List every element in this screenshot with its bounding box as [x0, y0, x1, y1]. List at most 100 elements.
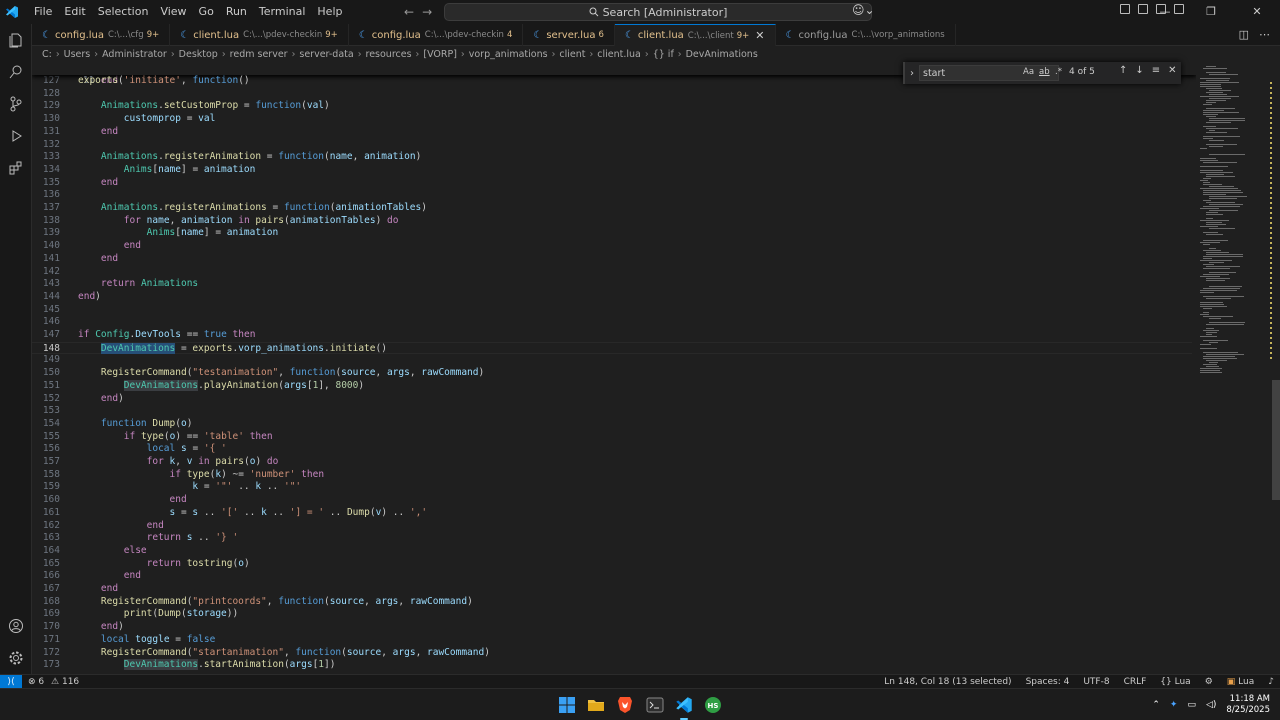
language-status-icon[interactable]: ⚙	[1205, 675, 1213, 689]
terminal-icon[interactable]	[644, 694, 666, 716]
code-line[interactable]: 145	[32, 304, 1192, 317]
code-line[interactable]: 137 Animations.registerAnimations = func…	[32, 202, 1192, 215]
split-editor-icon[interactable]: ◫	[1239, 28, 1249, 41]
breadcrumb-item[interactable]: server-data	[299, 49, 353, 60]
code-editor[interactable]: 11 exports('initiate', function() 127 end…	[32, 62, 1196, 674]
breadcrumb-item[interactable]: Administrator	[102, 49, 167, 60]
code-line[interactable]: 161 s = s .. '[' .. k .. '] = ' .. Dump(…	[32, 507, 1192, 520]
code-line[interactable]: 128	[32, 88, 1192, 101]
find-input[interactable]	[919, 65, 1059, 81]
breadcrumb-item[interactable]: {} if	[653, 49, 674, 60]
menu-terminal[interactable]: Terminal	[253, 0, 312, 24]
clock[interactable]: 11:18 AM 8/25/2025	[1226, 694, 1270, 716]
more-actions-icon[interactable]: ⋯	[1259, 28, 1270, 41]
code-line[interactable]: 139 Anims[name] = animation	[32, 227, 1192, 240]
code-line[interactable]: 155 if type(o) == 'table' then	[32, 431, 1192, 444]
restore-icon[interactable]: ❐	[1188, 0, 1234, 24]
code-line[interactable]: 148 DevAnimations = exports.vorp_animati…	[32, 341, 1192, 355]
close-window-icon[interactable]: ✕	[1234, 0, 1280, 24]
code-line[interactable]: 171 local toggle = false	[32, 634, 1192, 647]
editor-tab[interactable]: ☾ config.lua C:\...\pdev-checkin 4	[349, 24, 524, 46]
code-line[interactable]: 151 DevAnimations.playAnimation(args[1],…	[32, 379, 1192, 393]
breadcrumb-item[interactable]: Users	[64, 49, 91, 60]
editor-tab[interactable]: ☾ client.lua C:\...\pdev-checkin 9+	[170, 24, 349, 46]
tray-overflow-icon[interactable]: ⌃	[1152, 700, 1160, 710]
code-line[interactable]: 130 customprop = val	[32, 113, 1192, 126]
code-line[interactable]: 165 return tostring(o)	[32, 558, 1192, 571]
code-line[interactable]: 136	[32, 189, 1192, 202]
code-line[interactable]: 138 for name, animation in pairs(animati…	[32, 215, 1192, 228]
code-line[interactable]: 164 else	[32, 545, 1192, 558]
menu-selection[interactable]: Selection	[92, 0, 155, 24]
code-line[interactable]: 168 RegisterCommand("printcoords", funct…	[32, 596, 1192, 609]
vertical-scrollbar[interactable]	[1272, 62, 1280, 674]
breadcrumb-item[interactable]: resources	[366, 49, 412, 60]
customize-layout-icon[interactable]	[1120, 4, 1130, 14]
code-line[interactable]: 141 end	[32, 253, 1192, 266]
close-tab-icon[interactable]: ✕	[755, 29, 764, 42]
back-arrow-icon[interactable]: ←	[404, 0, 414, 24]
code-line[interactable]: 163 return s .. '} '	[32, 532, 1192, 545]
code-line[interactable]: 150 RegisterCommand("testanimation", fun…	[32, 367, 1192, 380]
code-line[interactable]: 173 DevAnimations.startAnimation(args[1]…	[32, 659, 1192, 672]
code-line[interactable]: 162 end	[32, 520, 1192, 533]
menu-run[interactable]: Run	[220, 0, 253, 24]
code-line[interactable]: 142	[32, 266, 1192, 279]
code-line[interactable]: 167 end	[32, 583, 1192, 596]
close-find-icon[interactable]: ✕	[1168, 65, 1176, 76]
code-line[interactable]: 153	[32, 405, 1192, 418]
code-line[interactable]: 149	[32, 354, 1192, 367]
editor-tab[interactable]: ☾ server.lua 6	[523, 24, 615, 46]
code-line[interactable]: 133 Animations.registerAnimation = funct…	[32, 151, 1192, 164]
code-line[interactable]: 132	[32, 139, 1192, 152]
breadcrumb-item[interactable]: Desktop	[179, 49, 218, 60]
problems-indicator[interactable]: ⊗ 6 ⚠ 116	[28, 677, 79, 687]
code-line[interactable]: 169 print(Dump(storage))	[32, 608, 1192, 621]
code-line[interactable]: 140 end	[32, 240, 1192, 253]
end-of-line[interactable]: CRLF	[1124, 675, 1147, 689]
notifications-icon[interactable]: ♪	[1268, 675, 1274, 689]
toggle-replace-icon[interactable]: ›	[905, 68, 919, 79]
code-line[interactable]: 147 if Config.DevTools == true then	[32, 329, 1192, 342]
code-line[interactable]: 131 end	[32, 126, 1192, 139]
tray-app-icon[interactable]: ✦	[1170, 700, 1178, 710]
breadcrumb-item[interactable]: client.lua	[597, 49, 641, 60]
minimize-icon[interactable]: —	[1142, 0, 1188, 24]
copilot-icon[interactable]: ☺︎⌄	[852, 3, 875, 17]
menu-help[interactable]: Help	[311, 0, 348, 24]
cursor-position[interactable]: Ln 148, Col 18 (13 selected)	[884, 675, 1011, 689]
code-line[interactable]: 172 RegisterCommand("startanimation", fu…	[32, 647, 1192, 660]
vscode-taskbar-icon[interactable]	[673, 694, 695, 716]
code-line[interactable]: 166 end	[32, 570, 1192, 583]
menu-view[interactable]: View	[154, 0, 192, 24]
breadcrumb-item[interactable]: C:	[42, 49, 52, 60]
windows-start-icon[interactable]	[556, 694, 578, 716]
editor-tab[interactable]: ☾ client.lua C:\...\client 9+ ✕	[614, 24, 776, 46]
language-mode[interactable]: {} Lua	[1160, 675, 1190, 689]
breadcrumb-item[interactable]: DevAnimations	[686, 49, 758, 60]
search-view-icon[interactable]	[0, 56, 32, 88]
settings-gear-icon[interactable]	[0, 642, 32, 674]
match-case-icon[interactable]: Aa	[1023, 67, 1034, 77]
forward-arrow-icon[interactable]: →	[422, 0, 432, 24]
breadcrumb-item[interactable]: redm server	[230, 49, 288, 60]
scrollbar-thumb[interactable]	[1272, 380, 1280, 500]
run-debug-icon[interactable]	[0, 120, 32, 152]
editor-tab[interactable]: ☾ config.lua C:\...\cfg 9+	[32, 24, 171, 46]
accounts-icon[interactable]	[0, 610, 32, 642]
code-line[interactable]: 144 end)	[32, 291, 1192, 304]
lua-extension-status[interactable]: ▣ Lua	[1227, 675, 1254, 689]
breadcrumb-item[interactable]: [VORP]	[423, 49, 457, 60]
regex-icon[interactable]: .*	[1055, 67, 1062, 77]
next-match-icon[interactable]: ↓	[1135, 65, 1143, 76]
code-line[interactable]: 170 end)	[32, 621, 1192, 634]
file-explorer-icon[interactable]	[585, 694, 607, 716]
code-line[interactable]: 135 end	[32, 177, 1192, 190]
menu-edit[interactable]: Edit	[58, 0, 91, 24]
hs-app-icon[interactable]: HS	[702, 694, 724, 716]
breadcrumb-item[interactable]: client	[559, 49, 585, 60]
brave-browser-icon[interactable]	[614, 694, 636, 716]
menu-file[interactable]: File	[28, 0, 58, 24]
extensions-icon[interactable]	[0, 152, 32, 184]
code-line[interactable]: 157 for k, v in pairs(o) do	[32, 456, 1192, 469]
